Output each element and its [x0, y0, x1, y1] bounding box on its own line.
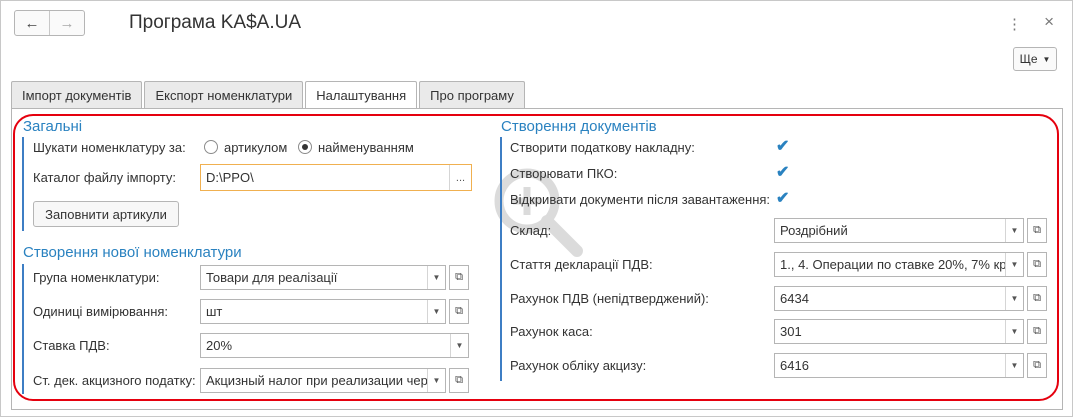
open-docs-checkbox[interactable]: ✔ — [776, 191, 792, 207]
more-button-label: Ще — [1019, 52, 1038, 66]
tax-invoice-checkbox[interactable]: ✔ — [776, 139, 792, 155]
pko-label: Створювати ПКО: — [510, 166, 618, 181]
catalog-value: D:\PPO\ — [206, 170, 254, 185]
vat-account-select[interactable]: 6434 ▼ — [774, 286, 1024, 311]
chevron-down-icon[interactable]: ▼ — [450, 334, 468, 357]
vat-rate-value: 20% — [206, 338, 233, 353]
more-vert-icon[interactable]: ⋮ — [1007, 15, 1022, 33]
vat-rate-select[interactable]: 20% ▼ — [200, 333, 469, 358]
warehouse-select[interactable]: Роздрібний ▼ — [774, 218, 1024, 243]
chevron-down-icon: ▼ — [1042, 54, 1051, 64]
catalog-input[interactable]: D:\PPO\ ... — [200, 164, 472, 191]
cash-account-label: Рахунок каса: — [510, 324, 593, 339]
warehouse-value: Роздрібний — [780, 223, 848, 238]
open-excise-account-icon[interactable]: ⧉ — [1027, 353, 1047, 378]
close-icon[interactable]: × — [1044, 12, 1054, 32]
radio-article[interactable] — [204, 140, 218, 154]
open-group-icon[interactable]: ⧉ — [449, 265, 469, 290]
chevron-down-icon[interactable]: ▼ — [427, 266, 445, 289]
documents-section-title: Створення документів — [501, 118, 657, 135]
group-value: Товари для реалізації — [206, 270, 338, 285]
open-vat-article-icon[interactable]: ⧉ — [1027, 252, 1047, 277]
browse-icon[interactable]: ... — [449, 165, 471, 190]
open-units-icon[interactable]: ⧉ — [449, 299, 469, 324]
fill-articles-button[interactable]: Заповнити артикули — [33, 201, 179, 227]
vat-account-value: 6434 — [780, 291, 809, 306]
cash-account-value: 301 — [780, 324, 802, 339]
chevron-down-icon[interactable]: ▼ — [1005, 354, 1023, 377]
tax-invoice-label: Створити податкову накладну: — [510, 140, 695, 155]
units-select[interactable]: шт ▼ — [200, 299, 446, 324]
search-by-label: Шукати номенклатуру за: — [33, 140, 186, 155]
documents-section-bar — [500, 137, 502, 381]
navigation-buttons: ← → — [14, 10, 85, 36]
chevron-down-icon[interactable]: ▼ — [1005, 320, 1023, 343]
group-select[interactable]: Товари для реалізації ▼ — [200, 265, 446, 290]
back-arrow-icon[interactable]: ← — [15, 11, 50, 35]
radio-name-label: найменуванням — [318, 140, 414, 155]
forward-arrow-icon[interactable]: → — [50, 11, 84, 35]
tab-import-documents[interactable]: Імпорт документів — [11, 81, 143, 108]
chevron-down-icon[interactable]: ▼ — [1005, 219, 1023, 242]
vat-account-label: Рахунок ПДВ (непідтверджений): — [510, 291, 709, 306]
pko-checkbox[interactable]: ✔ — [776, 165, 792, 181]
general-section-bar — [22, 137, 24, 231]
warehouse-label: Склад: — [510, 223, 552, 238]
chevron-down-icon[interactable]: ▼ — [1005, 253, 1023, 276]
vat-article-label: Стаття декларації ПДВ: — [510, 257, 653, 272]
open-docs-label: Відкривати документи після завантаження: — [510, 192, 771, 207]
chevron-down-icon[interactable]: ▼ — [427, 369, 445, 392]
tab-bar: Імпорт документів Експорт номенклатури Н… — [11, 81, 525, 109]
radio-name[interactable] — [298, 140, 312, 154]
vat-article-value: 1., 4. Операции по ставке 20%, 7% кр — [780, 257, 1005, 272]
vat-article-select[interactable]: 1., 4. Операции по ставке 20%, 7% кр ▼ — [774, 252, 1024, 277]
new-nomenclature-section-title: Створення нової номенклатури — [23, 244, 242, 261]
excise-value: Акцизный налог при реализации чер — [206, 373, 427, 388]
excise-select[interactable]: Акцизный налог при реализации чер ▼ — [200, 368, 446, 393]
chevron-down-icon[interactable]: ▼ — [1005, 287, 1023, 310]
open-vat-account-icon[interactable]: ⧉ — [1027, 286, 1047, 311]
chevron-down-icon[interactable]: ▼ — [427, 300, 445, 323]
excise-account-select[interactable]: 6416 ▼ — [774, 353, 1024, 378]
units-value: шт — [206, 304, 223, 319]
open-warehouse-icon[interactable]: ⧉ — [1027, 218, 1047, 243]
units-label: Одиниці вимірювання: — [33, 304, 169, 319]
general-section-title: Загальні — [23, 118, 83, 135]
tab-export-nomenclature[interactable]: Експорт номенклатури — [144, 81, 304, 108]
open-cash-account-icon[interactable]: ⧉ — [1027, 319, 1047, 344]
window-title: Програма KA$A.UA — [129, 12, 302, 33]
app-window: ← → Програма KA$A.UA ⋮ × Ще ▼ Імпорт док… — [0, 0, 1073, 417]
vat-rate-label: Ставка ПДВ: — [33, 338, 110, 353]
excise-account-value: 6416 — [780, 358, 809, 373]
tab-settings[interactable]: Налаштування — [305, 81, 418, 109]
cash-account-select[interactable]: 301 ▼ — [774, 319, 1024, 344]
excise-label: Ст. дек. акцизного податку: — [33, 373, 196, 388]
group-label: Група номенклатури: — [33, 270, 160, 285]
radio-article-label: артикулом — [224, 140, 288, 155]
catalog-label: Каталог файлу імпорту: — [33, 170, 177, 185]
new-nomenclature-section-bar — [22, 264, 24, 394]
open-excise-icon[interactable]: ⧉ — [449, 368, 469, 393]
excise-account-label: Рахунок обліку акцизу: — [510, 358, 647, 373]
tab-about[interactable]: Про програму — [419, 81, 525, 108]
more-button[interactable]: Ще ▼ — [1013, 47, 1057, 71]
